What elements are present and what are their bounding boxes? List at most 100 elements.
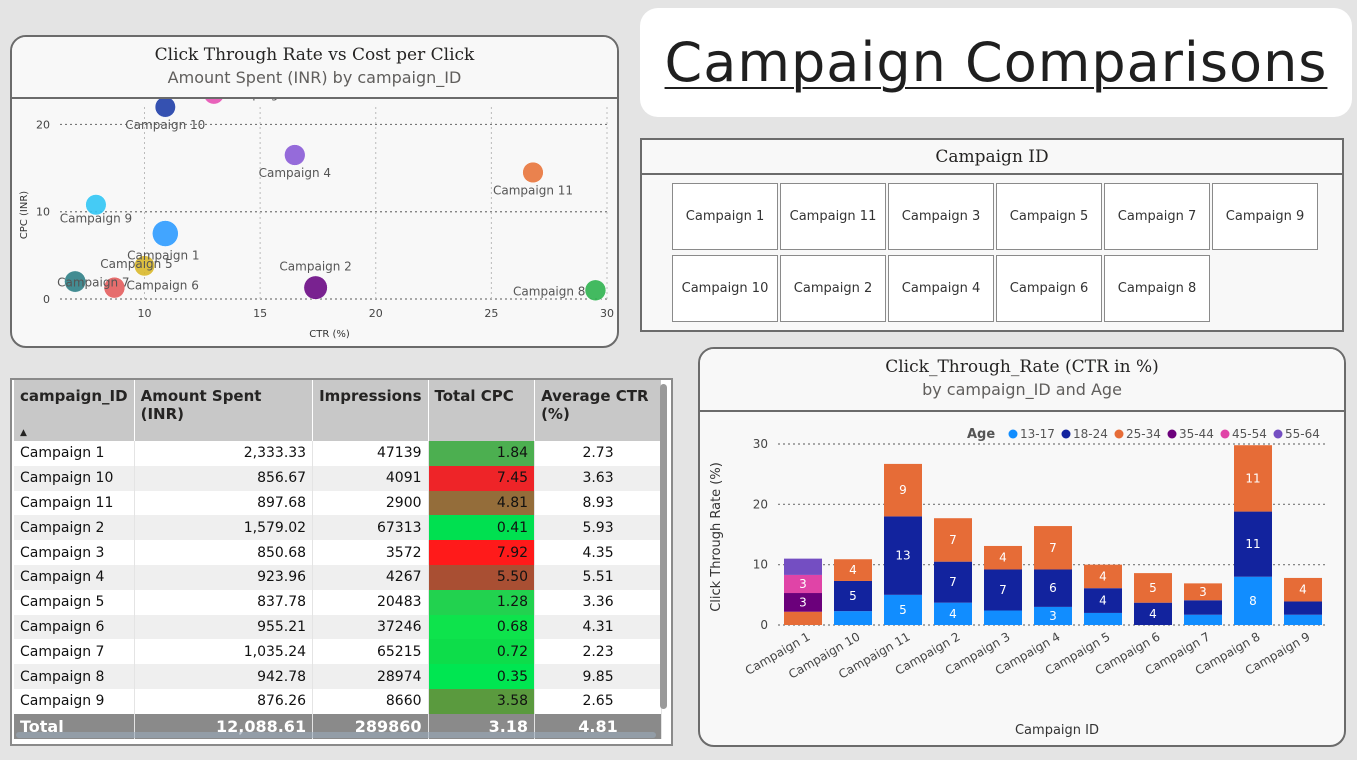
slicer-item[interactable]: Campaign 7	[1104, 183, 1210, 250]
cell-amount-spent: 897.68	[134, 490, 314, 516]
bar-data-label: 3	[1049, 609, 1057, 623]
legend-item[interactable]: 25-34	[1126, 427, 1161, 441]
point-label: Campaign 11	[493, 183, 573, 197]
cell-impressions: 20483	[312, 589, 429, 615]
legend-item[interactable]: 18-24	[1073, 427, 1108, 441]
cell-total-cpc: 0.35	[428, 664, 536, 689]
column-header-label: campaign_ID	[20, 387, 128, 405]
column-header-impressions[interactable]: Impressions	[312, 380, 429, 441]
cell-average-ctr: 2.23	[534, 639, 662, 665]
bar-segment[interactable]	[1284, 601, 1322, 615]
slicer-item[interactable]: Campaign 8	[1104, 255, 1210, 322]
cell-impressions: 65215	[312, 639, 429, 665]
vertical-scrollbar[interactable]	[660, 384, 667, 709]
cell-total-cpc: 1.28	[428, 589, 536, 615]
table-row[interactable]: Campaign 10 856.67 4091 7.45 3.63	[14, 465, 662, 491]
table-row[interactable]: Campaign 2 1,579.02 67313 0.41 5.93	[14, 515, 662, 541]
bar-segment[interactable]	[984, 610, 1022, 625]
cell-impressions: 47139	[312, 441, 429, 466]
cell-campaign-id: Campaign 4	[14, 564, 135, 590]
bar-segment[interactable]	[784, 558, 822, 575]
slicer-item[interactable]: Campaign 2	[780, 255, 886, 322]
scatter-point[interactable]	[303, 275, 328, 300]
y-tick-label: 20	[36, 118, 50, 131]
slicer-item[interactable]: Campaign 10	[672, 255, 778, 322]
legend-item[interactable]: 45-54	[1232, 427, 1267, 441]
table-row[interactable]: Campaign 9 876.26 8660 3.58 2.65	[14, 688, 662, 714]
slicer-item[interactable]: Campaign 9	[1212, 183, 1318, 250]
cell-total-cpc: 7.92	[428, 540, 536, 565]
table-header-row: campaign_ID ▲ Amount Spent (INR) Impressi…	[14, 380, 662, 441]
bar-data-label: 7	[949, 575, 957, 589]
point-label: Campaign 6	[126, 279, 198, 293]
scatter-point[interactable]	[204, 99, 224, 105]
table-row[interactable]: Campaign 5 837.78 20483 1.28 3.36	[14, 589, 662, 615]
bar-data-label: 9	[899, 483, 907, 497]
cell-amount-spent: 955.21	[134, 614, 314, 640]
bar-segment[interactable]	[1184, 614, 1222, 625]
scatter-point[interactable]	[154, 99, 176, 118]
bar-data-label: 4	[849, 563, 857, 577]
point-label: Campaign 9	[60, 212, 132, 226]
table-row[interactable]: Campaign 11 897.68 2900 4.81 8.93	[14, 490, 662, 516]
table-row[interactable]: Campaign 1 2,333.33 47139 1.84 2.73	[14, 441, 662, 466]
table-row[interactable]: Campaign 8 942.78 28974 0.35 9.85	[14, 664, 662, 689]
bar-data-label: 8	[1249, 594, 1257, 608]
legend-marker	[1114, 429, 1124, 439]
x-tick-label: 20	[369, 307, 383, 320]
page-title: Campaign Comparisons	[664, 31, 1328, 94]
cell-campaign-id: Campaign 8	[14, 664, 135, 689]
slicer-item[interactable]: Campaign 11	[780, 183, 886, 250]
slicer-item[interactable]: Campaign 3	[888, 183, 994, 250]
table-row[interactable]: Campaign 6 955.21 37246 0.68 4.31	[14, 614, 662, 640]
column-header-amount-spent[interactable]: Amount Spent (INR)	[134, 380, 314, 441]
cell-impressions: 2900	[312, 490, 429, 516]
scatter-chart-subtitle: Amount Spent (INR) by campaign_ID	[167, 68, 462, 87]
bar-data-label: 5	[849, 589, 857, 603]
cell-total-cpc: 7.45	[428, 465, 536, 491]
cell-amount-spent: 850.68	[134, 540, 314, 565]
slicer-item[interactable]: Campaign 1	[672, 183, 778, 250]
scatter-chart[interactable]: 0 10 20 10 15 20 25 30 CTR (%) CPC (INR) Campaign …	[12, 99, 617, 346]
cell-average-ctr: 5.51	[534, 564, 662, 590]
slicer-item[interactable]: Campaign 4	[888, 255, 994, 322]
cell-average-ctr: 5.93	[534, 515, 662, 541]
scatter-point[interactable]	[584, 279, 607, 301]
cell-campaign-id: Campaign 5	[14, 589, 135, 615]
bar-segment[interactable]	[784, 611, 822, 625]
cell-amount-spent: 1,035.24	[134, 639, 314, 665]
cell-amount-spent: 837.78	[134, 589, 314, 615]
legend-item[interactable]: 35-44	[1179, 427, 1214, 441]
slicer-item[interactable]: Campaign 6	[996, 255, 1102, 322]
table-row[interactable]: Campaign 3 850.68 3572 7.92 4.35	[14, 540, 662, 565]
bar-data-label: 3	[799, 577, 807, 591]
column-header-campaign-id[interactable]: campaign_ID ▲	[14, 380, 135, 441]
bar-data-label: 7	[949, 533, 957, 547]
cell-amount-spent: 876.26	[134, 688, 314, 714]
scatter-point[interactable]	[522, 161, 544, 184]
table-row[interactable]: Campaign 7 1,035.24 65215 0.72 2.23	[14, 639, 662, 665]
bar-data-label: 4	[1149, 607, 1157, 621]
cell-total-cpc: 0.41	[428, 515, 536, 541]
legend-item[interactable]: 55-64	[1285, 427, 1320, 441]
column-header-average-ctr[interactable]: Average CTR (%)	[534, 380, 662, 441]
legend-marker	[1008, 429, 1018, 439]
point-label: Campaign 7	[57, 276, 129, 290]
table-row[interactable]: Campaign 4 923.96 4267 5.50 5.51	[14, 564, 662, 590]
cell-campaign-id: Campaign 9	[14, 688, 135, 714]
bar-segment[interactable]	[834, 611, 872, 625]
legend-item[interactable]: 13-17	[1020, 427, 1055, 441]
bar-segment[interactable]	[1184, 600, 1222, 615]
cell-average-ctr: 3.36	[534, 589, 662, 615]
slicer-item[interactable]: Campaign 5	[996, 183, 1102, 250]
cell-campaign-id: Campaign 6	[14, 614, 135, 640]
bar-segment[interactable]	[1284, 614, 1322, 625]
column-header-total-cpc[interactable]: Total CPC	[428, 380, 536, 441]
scatter-point[interactable]	[152, 220, 179, 247]
bar-data-label: 3	[799, 595, 807, 609]
bar-segment[interactable]	[1084, 612, 1122, 625]
scatter-chart-card: Click Through Rate vs Cost per Click Amo…	[10, 35, 619, 348]
scatter-point[interactable]	[284, 144, 306, 166]
horizontal-scrollbar[interactable]	[16, 732, 656, 738]
stacked-bar-chart[interactable]: 0 10 20 30 Click Through Rate (%) Campaign ID…	[700, 412, 1344, 745]
